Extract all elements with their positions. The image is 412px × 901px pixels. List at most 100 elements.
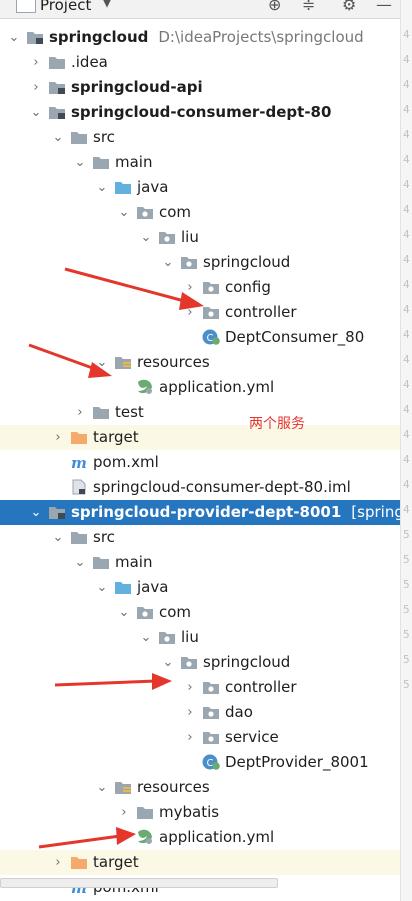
gutter-line-number: 4 (403, 453, 410, 466)
tree-item-label: springcloud (203, 253, 291, 271)
package-icon (158, 629, 176, 645)
gutter-line-number: 4 (403, 403, 410, 416)
tree-item-label: springcloud-provider-dept-8001[springclo… (71, 500, 400, 525)
tree-row[interactable]: › dao (0, 700, 400, 725)
chevron-right-icon[interactable]: › (182, 675, 198, 700)
chevron-down-icon[interactable]: ⌄ (28, 500, 44, 525)
tree-row[interactable]: ⌄ springcloud-provider-dept-8001[springcl… (0, 500, 400, 525)
settings-gear-icon[interactable]: ⚙ (342, 0, 356, 14)
tree-item-label: liu (181, 228, 199, 246)
gutter-line-number: 4 (403, 378, 410, 391)
tree-row[interactable]: ⌄ java (0, 175, 400, 200)
maven-file-icon: m (70, 454, 88, 472)
hide-icon[interactable]: — (376, 0, 392, 14)
chevron-down-icon[interactable]: ⌄ (50, 525, 66, 550)
tree-item-label: mybatis (159, 803, 220, 821)
tree-item-label: service (225, 728, 279, 746)
tree-row[interactable]: application.yml (0, 375, 400, 400)
tree-item-label: springcloud (203, 653, 291, 671)
tree-row[interactable]: ⌄ src (0, 525, 400, 550)
tree-row[interactable]: ⌄ springcloud D:\ideaProjects\springcloud (0, 25, 400, 50)
excluded-folder-icon (70, 854, 88, 870)
resources-folder-icon (114, 354, 132, 370)
tree-row[interactable]: ⌄ com (0, 200, 400, 225)
tree-item-label: resources (137, 778, 210, 796)
svg-text:m: m (71, 454, 87, 470)
tree-row[interactable]: ⌄ main (0, 550, 400, 575)
chevron-down-icon[interactable]: ⌄ (138, 625, 154, 650)
tree-row[interactable]: springcloud-consumer-dept-80.iml (0, 475, 400, 500)
tree-row[interactable]: ⌄ src (0, 125, 400, 150)
chevron-down-icon[interactable]: ⌄ (28, 100, 44, 125)
gutter-line-number: 5 (403, 628, 410, 641)
gutter-line-number: 4 (403, 328, 410, 341)
chevron-down-icon[interactable]: ⌄ (50, 125, 66, 150)
chevron-down-icon[interactable]: ⌄ (116, 600, 132, 625)
tree-row[interactable]: ⌄ resources (0, 775, 400, 800)
tree-row[interactable]: ⌄ liu (0, 225, 400, 250)
tree-row[interactable]: › .idea (0, 50, 400, 75)
tree-row[interactable]: › springcloud-api (0, 75, 400, 100)
package-icon (202, 704, 220, 720)
tree-item-label: controller (225, 303, 297, 321)
spring-class-icon: C (202, 329, 220, 345)
tree-row[interactable]: › service (0, 725, 400, 750)
horizontal-scrollbar[interactable] (0, 878, 278, 888)
chevron-down-icon[interactable]: ⌄ (6, 25, 22, 50)
gutter-line-number: 4 (403, 78, 410, 91)
chevron-down-icon[interactable]: ⌄ (94, 575, 110, 600)
tree-row[interactable]: › target (0, 850, 400, 875)
tree-item-label: springcloud-consumer-dept-80 (71, 103, 332, 121)
chevron-right-icon[interactable]: › (182, 700, 198, 725)
gutter-line-number: 4 (403, 203, 410, 216)
gutter-line-number: 5 (403, 578, 410, 591)
gutter-line-number: 4 (403, 28, 410, 41)
chevron-right-icon[interactable]: › (50, 850, 66, 875)
folder-icon (136, 804, 154, 820)
chevron-down-icon[interactable]: ⌄ (72, 150, 88, 175)
folder-icon (92, 404, 110, 420)
tree-item-label: springcloud D:\ideaProjects\springcloud (49, 28, 364, 46)
chevron-right-icon[interactable]: › (50, 425, 66, 450)
tree-item-label: pom.xml (93, 453, 159, 471)
gutter-line-number: 4 (403, 228, 410, 241)
tree-item-label: DeptConsumer_80 (225, 328, 365, 346)
dropdown-icon[interactable]: ▼ (102, 0, 112, 10)
collapse-all-icon[interactable]: ≑ (302, 0, 315, 14)
locate-icon[interactable]: ⊕ (268, 0, 281, 14)
tree-row[interactable]: ⌄ springcloud-consumer-dept-80 (0, 100, 400, 125)
tree-row[interactable]: C DeptProvider_8001 (0, 750, 400, 775)
tree-row[interactable]: › test (0, 400, 400, 425)
folder-icon (48, 54, 66, 70)
chevron-right-icon[interactable]: › (182, 725, 198, 750)
tree-row[interactable]: ⌄ main (0, 150, 400, 175)
excluded-folder-icon (70, 429, 88, 445)
tree-row[interactable]: ⌄ com (0, 600, 400, 625)
gutter-line-number: 4 (403, 303, 410, 316)
package-icon (158, 229, 176, 245)
chevron-right-icon[interactable]: › (28, 75, 44, 100)
tree-item-label: controller (225, 678, 297, 696)
chevron-down-icon[interactable]: ⌄ (138, 225, 154, 250)
tree-item-label: java (137, 578, 169, 596)
chevron-down-icon[interactable]: ⌄ (72, 550, 88, 575)
spring-yml-icon (136, 379, 154, 395)
chevron-right-icon[interactable]: › (72, 400, 88, 425)
folder-icon (92, 154, 110, 170)
chevron-down-icon[interactable]: ⌄ (94, 175, 110, 200)
tree-row[interactable]: › target (0, 425, 400, 450)
gutter-line-number: 4 (403, 128, 410, 141)
tree-item-label: springcloud-consumer-dept-80.iml (93, 478, 351, 496)
module-folder-icon (48, 104, 66, 120)
chevron-right-icon[interactable]: › (28, 50, 44, 75)
tree-row[interactable]: › mybatis (0, 800, 400, 825)
tree-row[interactable]: m pom.xml (0, 450, 400, 475)
tree-item-label: application.yml (159, 378, 275, 396)
tree-item-label: dao (225, 703, 253, 721)
chevron-down-icon[interactable]: ⌄ (94, 775, 110, 800)
tree-row[interactable]: ⌄ liu (0, 625, 400, 650)
chevron-down-icon[interactable]: ⌄ (116, 200, 132, 225)
chevron-right-icon[interactable]: › (116, 800, 132, 825)
project-view-label[interactable]: Project (40, 0, 91, 14)
tree-row[interactable]: ⌄ java (0, 575, 400, 600)
